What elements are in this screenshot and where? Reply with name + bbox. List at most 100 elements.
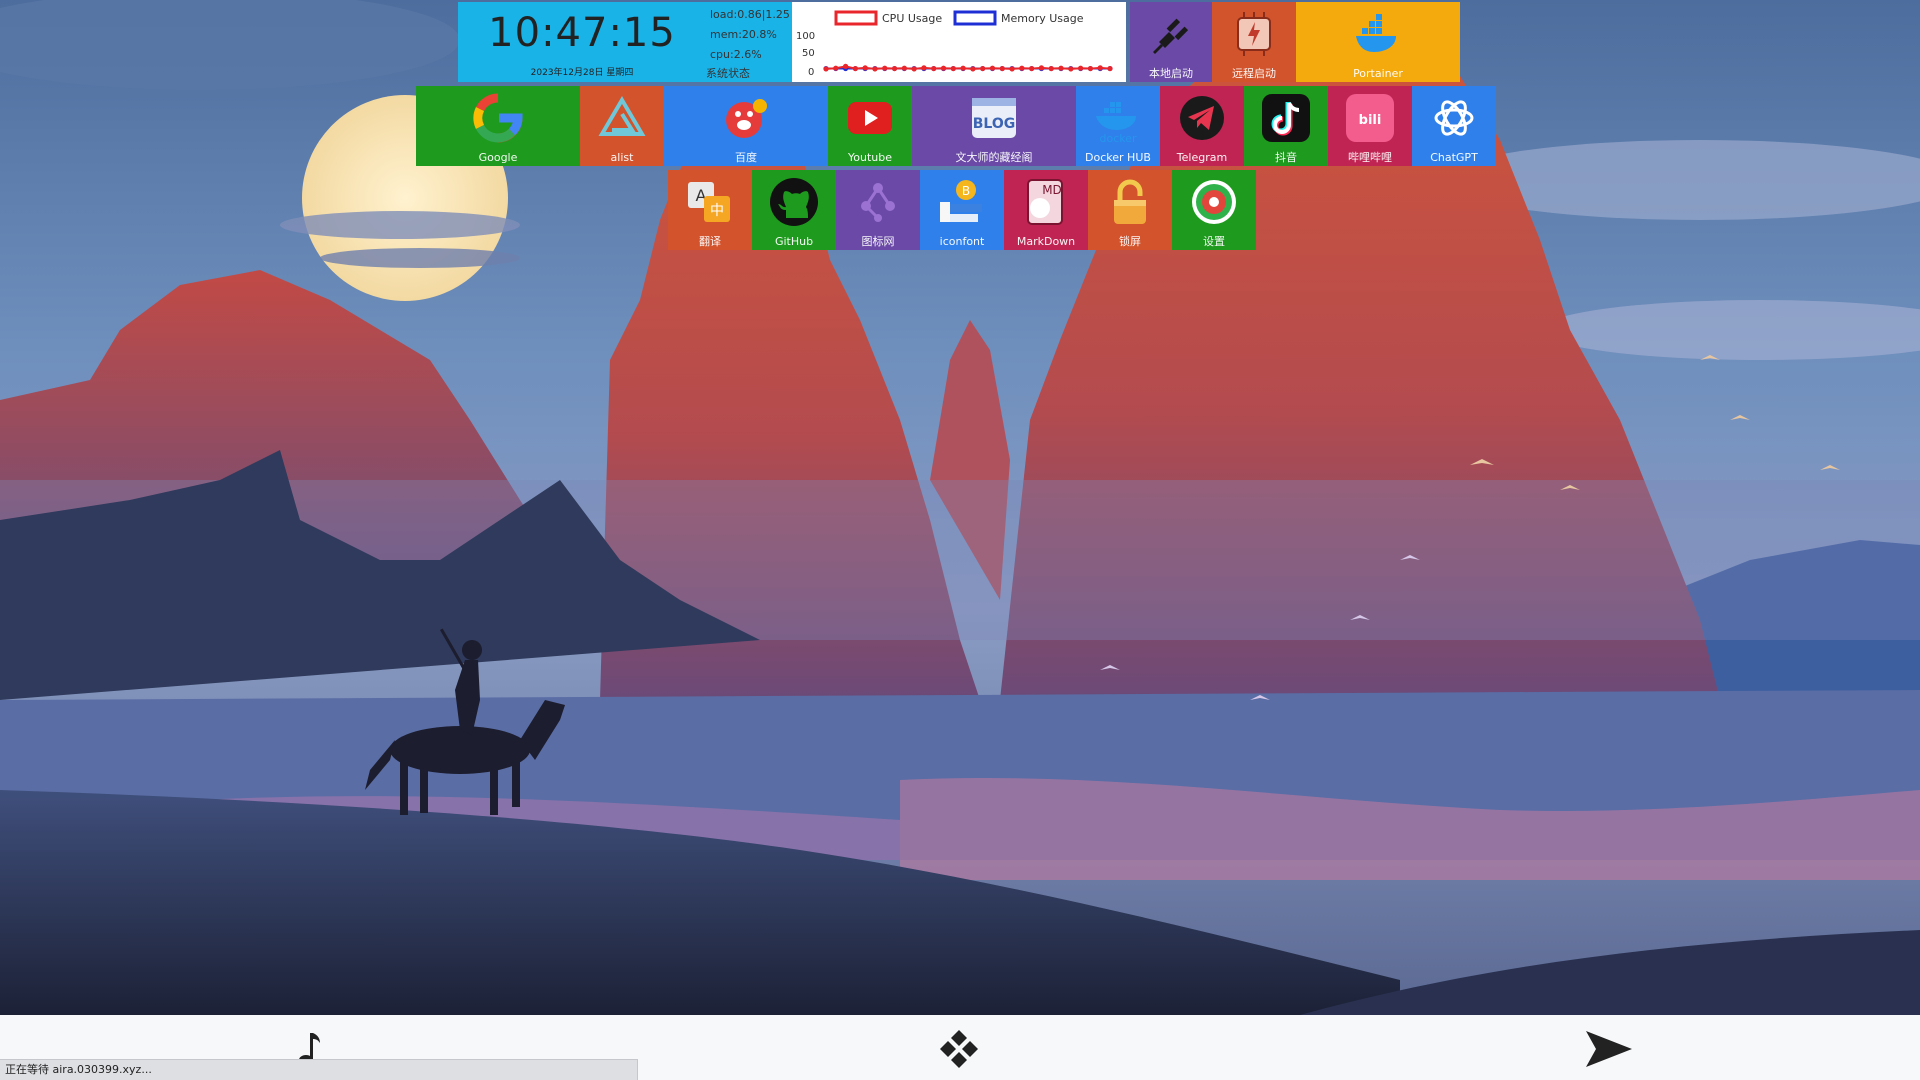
app-tile-label: 远程启动: [1232, 67, 1276, 80]
app-tile-label: alist: [610, 151, 634, 164]
series-point-0: [1087, 65, 1094, 72]
app-tile-label: Portainer: [1353, 67, 1403, 80]
svg-text:中: 中: [710, 203, 724, 219]
clock-time: 10:47:15: [488, 10, 676, 56]
app-tile-chip[interactable]: 远程启动: [1212, 2, 1296, 82]
apps-diamond-icon[interactable]: [938, 1028, 980, 1070]
legend-swatch-memory: [953, 10, 997, 26]
send-arrow-icon[interactable]: [1584, 1029, 1634, 1069]
system-status-widget[interactable]: load:0.86|1.25 mem:20.8% cpu:2.6% 系统状态: [706, 2, 792, 82]
app-tile-blog[interactable]: BLOG 文大师的藏经阁: [912, 86, 1076, 166]
svg-text:B: B: [962, 184, 970, 198]
app-tile-label: 本地启动: [1149, 67, 1193, 80]
series-point-0: [833, 65, 839, 71]
app-tile-translate[interactable]: A 中翻译: [668, 170, 752, 250]
legend-label-memory: Memory Usage: [1001, 12, 1084, 25]
series-point-0: [960, 65, 966, 71]
browser-status-bar: 正在等待 aira.030399.xyz...: [0, 1059, 638, 1080]
clock-date: 2023年12月28日 星期四: [530, 68, 634, 78]
chatgpt-icon: [1428, 92, 1480, 144]
series-point-0: [882, 65, 888, 71]
app-tile-label: Telegram: [1176, 151, 1228, 164]
series-point-0: [872, 66, 878, 72]
status-mem: mem:20.8%: [710, 28, 777, 41]
y-tick-label: 100: [796, 31, 815, 42]
app-tile-github[interactable]: GitHub: [752, 170, 836, 250]
app-tile-label: 哔哩哔哩: [1348, 151, 1392, 164]
app-tile-iconfont[interactable]: Biconfont: [920, 170, 1004, 250]
app-tile-tiktok[interactable]: 抖音: [1244, 86, 1328, 166]
translate-icon: A中: [684, 176, 736, 228]
app-tile-label: ChatGPT: [1430, 151, 1478, 164]
svg-text:MD: MD: [1042, 183, 1062, 197]
chip-icon: [1228, 8, 1280, 60]
y-tick-label: 50: [802, 48, 815, 59]
series-point-0: [1029, 65, 1035, 72]
app-tile-label: Google: [478, 151, 518, 164]
app-tile-lock[interactable]: 锁屏: [1088, 170, 1172, 250]
series-point-0: [931, 65, 937, 72]
legend-swatch-cpu: [834, 10, 878, 26]
bilibili-icon: bili: [1344, 92, 1396, 144]
app-tile-label: 图标网: [861, 235, 895, 248]
google-icon: [472, 92, 524, 144]
series-point-0: [1097, 65, 1103, 71]
app-tile-label: iconfont: [939, 235, 985, 248]
app-tile-label: Docker HUB: [1085, 151, 1151, 164]
series-point-0: [980, 65, 986, 72]
app-tile-docker[interactable]: docker Docker HUB: [1076, 86, 1160, 166]
series-point-0: [1068, 66, 1074, 72]
docker-whale-icon: [1352, 8, 1404, 60]
docker-icon: docker: [1092, 92, 1144, 144]
app-tile-label: 文大师的藏经阁: [955, 151, 1033, 164]
github-icon: [768, 176, 820, 228]
baidu-icon: [720, 92, 772, 144]
youtube-icon: [844, 92, 896, 144]
series-point-0: [891, 65, 898, 72]
app-tile-bilibili[interactable]: bili 哔哩哔哩: [1328, 86, 1412, 166]
status-cpu: cpu:2.6%: [710, 48, 762, 61]
series-point-0: [862, 65, 868, 71]
settings-icon: [1188, 176, 1240, 228]
app-tile-label: 锁屏: [1119, 235, 1141, 248]
clock-widget: 10:47:15 2023年12月28日 星期四: [458, 2, 706, 82]
status-label: 系统状态: [706, 67, 750, 80]
app-tile-iconsite[interactable]: 图标网: [836, 170, 920, 250]
app-tile-plug[interactable]: 本地启动: [1130, 2, 1212, 82]
app-tile-google[interactable]: Google: [416, 86, 580, 166]
app-tile-label: 翻译: [699, 235, 721, 248]
usage-chart: CPU Usage Memory Usage 100 50 0: [792, 2, 1126, 82]
series-point-0: [842, 63, 849, 69]
app-tile-markdown[interactable]: MD MarkDown: [1004, 170, 1088, 250]
app-tile-label: 百度: [735, 151, 757, 164]
plug-icon: [1145, 8, 1197, 60]
svg-text:bili: bili: [1359, 113, 1382, 128]
app-tile-settings[interactable]: 设置: [1172, 170, 1256, 250]
svg-text:docker: docker: [1099, 132, 1137, 144]
series-point-0: [989, 65, 996, 71]
app-tile-label: MarkDown: [1016, 235, 1076, 248]
series-point-0: [950, 65, 956, 72]
app-tile-chatgpt[interactable]: ChatGPT: [1412, 86, 1496, 166]
series-point-0: [823, 66, 829, 72]
app-tile-docker-whale[interactable]: Portainer: [1296, 2, 1460, 82]
series-point-0: [1048, 65, 1054, 72]
app-tile-label: Youtube: [848, 151, 892, 164]
series-point-0: [1078, 65, 1084, 71]
lock-icon: [1104, 176, 1156, 228]
series-point-0: [852, 65, 858, 72]
blog-icon: BLOG: [968, 92, 1020, 144]
app-tile-alist[interactable]: alist: [580, 86, 664, 166]
legend-label-cpu: CPU Usage: [882, 12, 942, 25]
telegram-icon: [1176, 92, 1228, 144]
app-tile-telegram[interactable]: Telegram: [1160, 86, 1244, 166]
app-tile-youtube[interactable]: Youtube: [828, 86, 912, 166]
series-point-0: [1038, 65, 1045, 71]
app-tile-baidu[interactable]: 百度: [664, 86, 828, 166]
app-tile-label: 设置: [1203, 235, 1225, 248]
series-point-0: [1009, 66, 1015, 72]
series-point-0: [999, 65, 1005, 72]
series-point-0: [901, 65, 907, 71]
status-load: load:0.86|1.25: [710, 8, 790, 21]
iconfont-icon: B: [936, 176, 988, 228]
